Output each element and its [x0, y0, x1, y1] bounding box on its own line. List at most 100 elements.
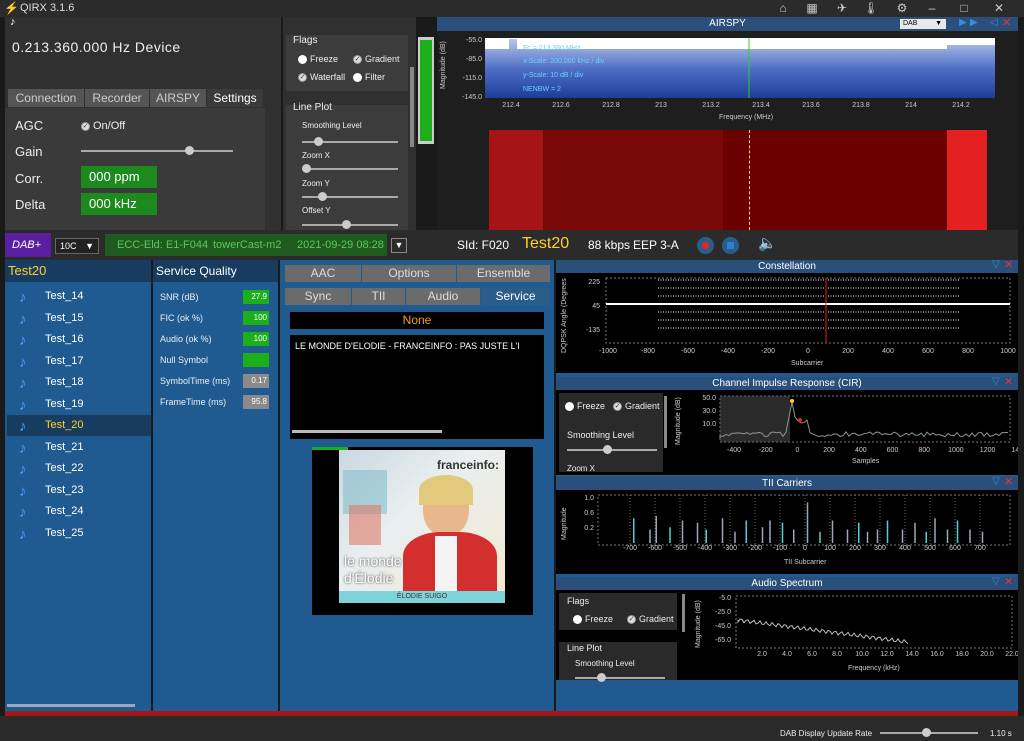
smoothing-knob[interactable]: [314, 137, 323, 146]
undock-icon[interactable]: ▽: [992, 476, 1000, 487]
cir-plot[interactable]: Magnitude (dB) 50.0 30.0 10.0 -400 -200 0 200…: [668, 390, 1018, 475]
home-icon[interactable]: ⌂: [774, 1, 792, 15]
gear-icon[interactable]: ⚙: [893, 1, 911, 15]
signal-level-fill: [420, 40, 432, 141]
audio-plot[interactable]: Magnitude (dB) -5.0 -25.0 -45.0 -65.0 2.0 4.…: [686, 590, 1018, 680]
service-list-item[interactable]: ♪ Test_23: [19, 480, 155, 501]
service-list-item[interactable]: ♪ Test_19: [19, 394, 155, 415]
zoomx-knob[interactable]: [302, 164, 311, 173]
spectrum-xlabel: Frequency (MHz): [719, 114, 773, 121]
undock-icon[interactable]: ◁: [990, 17, 998, 28]
tab-airspy[interactable]: AIRSPY: [150, 89, 206, 107]
close-icon[interactable]: ✕: [1004, 475, 1013, 488]
scrollbar[interactable]: [664, 396, 667, 448]
play-icon[interactable]: ▶: [959, 17, 967, 28]
music-note-icon: ♪: [19, 502, 27, 523]
gain-slider-knob[interactable]: [185, 146, 194, 155]
undock-icon[interactable]: ▽: [992, 259, 1000, 270]
audio-header: Audio Spectrum: [556, 577, 1018, 590]
tab-sync[interactable]: Sync: [285, 288, 351, 305]
tab-options[interactable]: Options: [362, 265, 456, 282]
gain-slider[interactable]: [81, 150, 233, 152]
close-icon[interactable]: ✕: [1004, 258, 1013, 271]
x-tick-label: 100: [824, 545, 836, 552]
cir-freeze-radio[interactable]: Freeze: [565, 401, 605, 411]
zoomx-slider[interactable]: [302, 168, 398, 170]
tab-service[interactable]: Service: [481, 288, 550, 305]
mode-select[interactable]: DAB ▼: [900, 19, 946, 29]
cir-smoothing-knob[interactable]: [603, 445, 612, 454]
cir-gradient-checkbox[interactable]: ✓ Gradient: [613, 401, 660, 411]
tab-recorder[interactable]: Recorder: [85, 89, 149, 107]
service-list-item[interactable]: ♪ Test_24: [19, 501, 155, 522]
waterfall-band: [489, 130, 543, 230]
waterfall-display[interactable]: [437, 130, 1018, 230]
spectrum-plot[interactable]: Magnitude (dB) -55.0 -85.0 -115.0 -145.0 21…: [437, 31, 1018, 145]
service-list-item[interactable]: ♪ Test_25: [19, 523, 155, 544]
filter-radio[interactable]: Filter: [353, 72, 385, 82]
maximize-icon[interactable]: □: [955, 1, 973, 15]
map-icon[interactable]: ▦: [803, 1, 821, 15]
scrollbar[interactable]: [410, 67, 414, 147]
zoomy-slider[interactable]: [302, 196, 398, 198]
thermometer-icon[interactable]: 🌡: [862, 1, 880, 15]
offsety-slider[interactable]: [302, 224, 398, 226]
update-rate-slider[interactable]: [880, 732, 978, 734]
record-button[interactable]: [697, 237, 714, 254]
constellation-plot[interactable]: DQPSK Angle (Degrees 225 45 -135 -1000 -800…: [556, 273, 1018, 373]
presenter-shirt: [435, 536, 457, 592]
offsety-knob[interactable]: [342, 220, 351, 229]
speaker-icon[interactable]: 🔈: [758, 234, 777, 252]
freeze-radio[interactable]: Freeze: [298, 54, 338, 64]
service-list-item[interactable]: ♪ Test_22: [19, 458, 155, 479]
corr-value[interactable]: 000 ppm: [81, 166, 157, 188]
scrollbar[interactable]: [7, 704, 135, 707]
waterfall-checkbox[interactable]: ✓ Waterfall: [298, 72, 345, 82]
service-list-item[interactable]: ♪ Test_14: [19, 286, 155, 307]
tii-plot[interactable]: Magnitude 1.0 0.6 0.2 -700 -600 -500 -400 -300…: [556, 490, 1018, 574]
tab-tii[interactable]: TII: [352, 288, 405, 305]
audio-freeze-radio[interactable]: Freeze: [573, 614, 613, 624]
smoothing-slider[interactable]: [302, 141, 398, 143]
stop-button[interactable]: [722, 237, 739, 254]
minimize-icon[interactable]: –: [923, 1, 941, 15]
chevron-down-icon[interactable]: ▼: [391, 238, 407, 253]
scrollbar[interactable]: [292, 430, 442, 433]
undock-icon[interactable]: ▽: [992, 376, 1000, 387]
delta-value[interactable]: 000 kHz: [81, 193, 157, 215]
update-rate-knob[interactable]: [922, 728, 931, 737]
x-tick-label: 212.8: [602, 102, 620, 109]
close-icon[interactable]: ✕: [1004, 375, 1013, 388]
tab-audio[interactable]: Audio: [406, 288, 480, 305]
service-list-item[interactable]: ♪ Test_16: [19, 329, 155, 350]
close-icon[interactable]: ✕: [990, 1, 1008, 15]
close-icon[interactable]: ✕: [1002, 16, 1011, 29]
service-label: Test_17: [45, 351, 84, 372]
tab-aac[interactable]: AAC: [285, 265, 361, 282]
scrollbar[interactable]: [682, 594, 685, 632]
agc-checkbox[interactable]: ✓ On/Off: [81, 120, 125, 132]
gradient-checkbox[interactable]: ✓ Gradient: [353, 54, 400, 64]
undock-icon[interactable]: ▽: [992, 576, 1000, 587]
channel-select[interactable]: 10C ▼: [55, 238, 99, 254]
y-tick-label: 0.2: [584, 525, 594, 532]
service-list-item[interactable]: ♪ Test_15: [19, 308, 155, 329]
audio-smoothing-slider[interactable]: [575, 677, 665, 679]
audio-smoothing-knob[interactable]: [597, 673, 606, 682]
cir-freeze-label: Freeze: [577, 401, 605, 411]
tab-settings[interactable]: Settings: [207, 89, 263, 107]
play-icon[interactable]: ▶: [970, 17, 978, 28]
music-note-icon: ♪: [19, 416, 27, 437]
satellite-icon[interactable]: ✈: [833, 1, 851, 15]
audio-gradient-checkbox[interactable]: ✓ Gradient: [627, 614, 674, 624]
close-icon[interactable]: ✕: [1004, 575, 1013, 588]
service-list-item[interactable]: ♪ Test_18: [19, 372, 155, 393]
quality-value: 95.8: [243, 395, 269, 409]
cir-smoothing-slider[interactable]: [567, 449, 657, 451]
service-list-item[interactable]: ♪ Test_21: [19, 437, 155, 458]
service-list-item[interactable]: ♪ Test_17: [19, 351, 155, 372]
tab-connection[interactable]: Connection: [8, 89, 84, 107]
zoomy-knob[interactable]: [318, 192, 327, 201]
tab-ensemble[interactable]: Ensemble: [457, 265, 550, 282]
service-list-item[interactable]: ♪ Test_20: [7, 415, 151, 436]
